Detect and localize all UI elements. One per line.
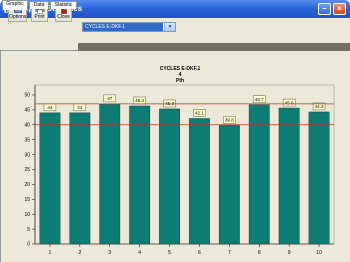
x-tick-label: 4 — [138, 250, 141, 256]
bar — [69, 112, 91, 245]
bar — [189, 118, 210, 245]
y-tick-label: 5 — [27, 227, 30, 233]
bar — [39, 112, 61, 245]
tab-strip-fill — [78, 43, 350, 51]
bar-value-label: 47 — [107, 96, 113, 101]
bar-value-label: 46.3 — [135, 98, 144, 103]
x-tick-label: 5 — [168, 250, 171, 256]
tab-statistic[interactable]: Statistic — [50, 1, 77, 9]
x-tick-label: 3 — [108, 250, 111, 256]
bar — [248, 104, 270, 245]
bar-chart: 0510152025303540455044144247346.3445.354… — [24, 84, 335, 256]
bar — [278, 107, 300, 245]
y-tick-label: 45 — [24, 108, 30, 114]
y-tick-label: 40 — [24, 122, 30, 128]
tab-graphic[interactable]: Graphic — [2, 0, 28, 10]
tab-data[interactable]: Data — [29, 1, 49, 9]
bar-value-label: 46.7 — [255, 97, 264, 102]
series-selector-value: CYCLES E-DKF.1 — [83, 23, 163, 31]
chevron-down-icon[interactable]: ▼ — [164, 23, 175, 31]
bar-value-label: 39.8 — [225, 118, 234, 123]
x-tick-label: 1 — [49, 250, 52, 256]
bar-value-label: 44 — [77, 105, 83, 110]
bar-value-label: 44 — [47, 105, 53, 110]
bar-value-label: 42.1 — [195, 111, 204, 116]
y-tick-label: 50 — [24, 93, 30, 99]
y-tick-label: 25 — [24, 167, 30, 173]
bar-value-label: 45.6 — [285, 100, 294, 105]
print-label: Print — [34, 14, 45, 20]
y-tick-label: 35 — [24, 137, 30, 143]
y-tick-label: 15 — [24, 197, 30, 203]
y-tick-label: 20 — [24, 182, 30, 188]
close-icon: × — [337, 4, 342, 13]
bar — [159, 108, 180, 245]
x-tick-label: 2 — [78, 250, 81, 256]
x-tick-label: 10 — [316, 250, 322, 256]
x-tick-label: 7 — [228, 250, 231, 256]
bar — [129, 105, 151, 245]
bar — [308, 111, 330, 245]
bar — [218, 125, 240, 245]
y-tick-label: 10 — [24, 212, 30, 218]
minimize-button[interactable]: – — [318, 3, 331, 15]
y-tick-label: 0 — [27, 242, 30, 248]
series-selector[interactable]: CYCLES E-DKF.1 ▼ — [82, 22, 176, 32]
close-label: Close — [57, 14, 70, 20]
x-tick-label: 8 — [258, 250, 261, 256]
bar-value-label: 44.3 — [315, 104, 324, 109]
x-tick-label: 6 — [198, 250, 201, 256]
minimize-icon: – — [322, 4, 327, 13]
close-window-button[interactable]: × — [333, 3, 346, 15]
y-tick-label: 30 — [24, 152, 30, 158]
x-tick-label: 9 — [288, 250, 291, 256]
options-label: Options — [9, 14, 27, 20]
